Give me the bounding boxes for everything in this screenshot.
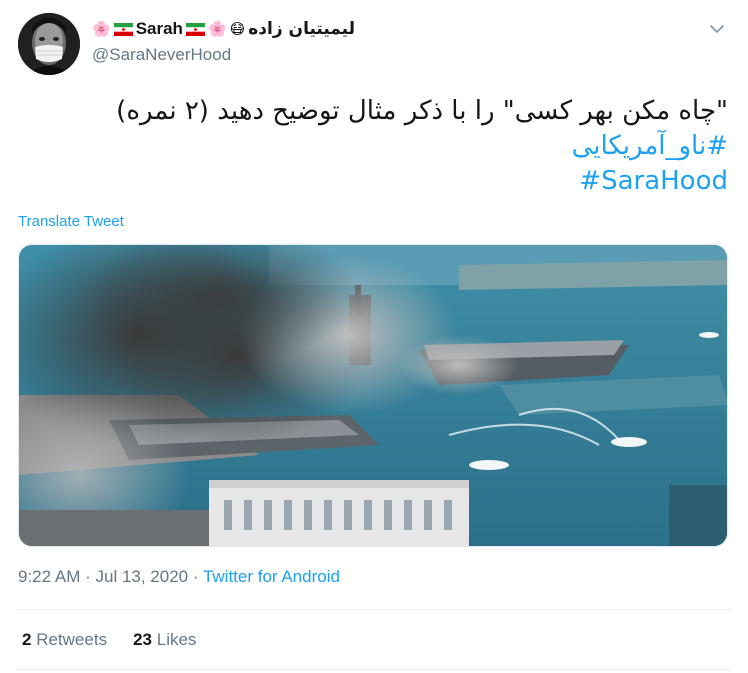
iran-flag-icon [185,22,205,36]
tweet-time[interactable]: 9:22 AM [18,567,80,586]
display-name-latin: Sarah [135,19,183,38]
divider [18,609,730,610]
retweets-stat[interactable]: 2 Retweets [22,630,107,650]
tweet-metadata: 9:22 AM · Jul 13, 2020 · Twitter for And… [18,567,340,587]
tweet-text: "چاه مکن بهر کسی" را با ذکر مثال توضیح د… [28,94,728,199]
translate-tweet-link[interactable]: Translate Tweet [18,213,124,230]
engagement-stats: 2 Retweets 23 Likes [22,630,196,650]
tweet-text-line: "چاه مکن بهر کسی" را با ذکر مثال توضیح د… [116,96,728,126]
avatar[interactable] [18,13,80,75]
hashtag-link[interactable]: #ناو_آمریکایی [28,129,728,164]
flower-emoji-icon: 🌸 [207,20,227,38]
iran-flag-icon [113,22,133,36]
display-name[interactable]: 🌸 Sarah 🌸 😷 لیمیتیان زاده [92,17,355,41]
retweets-label: Retweets [36,630,108,649]
tweet-card: 🌸 Sarah 🌸 😷 لیمیتیان زاده @SaraNeverHood… [0,0,748,673]
flower-emoji-icon: 🌸 [92,20,111,38]
divider [18,669,730,670]
mask-emoji-icon: 😷 [229,20,246,38]
chevron-down-icon[interactable] [708,20,726,38]
tweet-source-link[interactable]: Twitter for Android [203,567,340,586]
meta-separator: · [188,567,203,586]
tweet-date[interactable]: Jul 13, 2020 [95,567,188,586]
likes-stat[interactable]: 23 Likes [133,630,196,650]
retweets-count: 2 [22,630,32,649]
likes-count: 23 [133,630,152,649]
likes-label: Likes [156,630,197,649]
hashtag-link[interactable]: #SaraHood [28,164,728,199]
user-handle[interactable]: @SaraNeverHood [92,45,231,65]
display-name-persian: لیمیتیان زاده [248,19,355,39]
meta-separator: · [80,567,96,586]
tweet-image[interactable] [18,244,728,547]
